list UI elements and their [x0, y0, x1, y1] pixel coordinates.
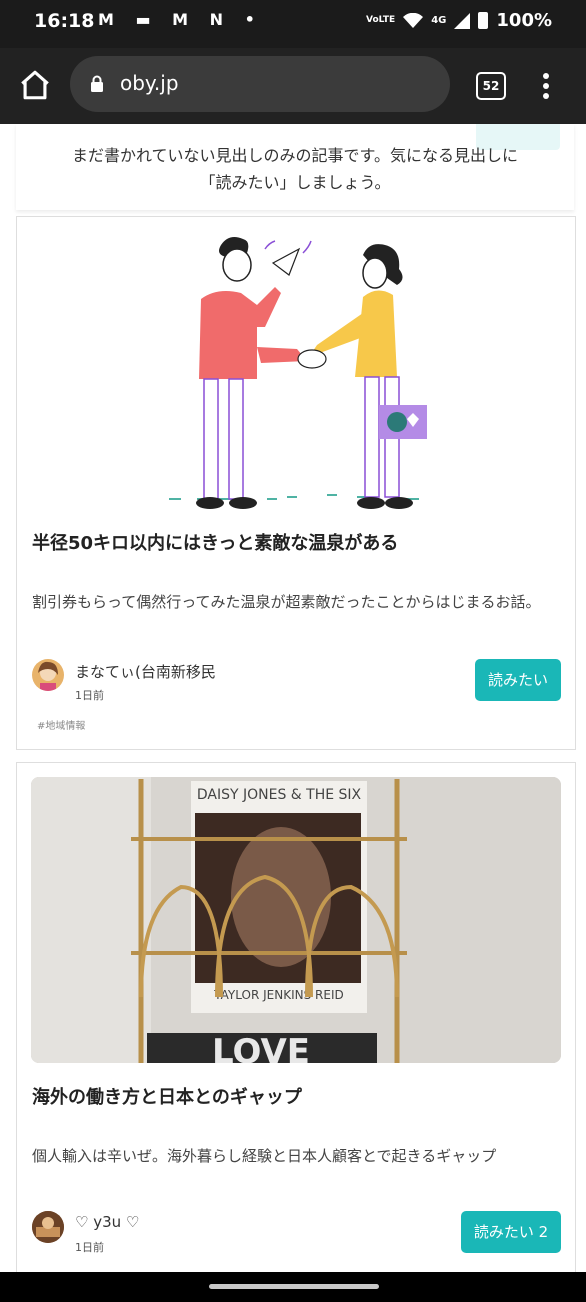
home-icon[interactable] [18, 68, 52, 102]
book-author-text: TAYLOR JENKINS REID [213, 988, 343, 1002]
tab-count: 52 [482, 79, 500, 93]
article-description: 割引券もらって偶然行ってみた温泉が超素敵だったことからはじまるお話。 [32, 593, 541, 611]
avatar-image [32, 1211, 64, 1243]
battery-icon [478, 12, 489, 29]
avatar[interactable] [32, 659, 64, 691]
volte-label: VoLTE [366, 15, 396, 25]
want-to-read-button[interactable]: 読みたい 2 [461, 1211, 561, 1253]
author-name[interactable]: まなてぃ(台南新移民 [75, 661, 216, 682]
author-name[interactable]: ♡ y3u ♡ [75, 1213, 139, 1231]
avatar[interactable] [32, 1211, 64, 1243]
signal-icon [454, 12, 471, 29]
lock-icon [91, 75, 103, 92]
book-title-text: DAISY JONES & THE SIX [197, 787, 362, 803]
notice-text: まだ書かれていない見出しのみの記事です。気になる見出しに 「読みたい」しましょう… [16, 142, 574, 196]
status-time: 16:18 [34, 10, 95, 32]
draft-notice: まだ書かれていない見出しのみの記事です。気になる見出しに 「読みたい」しましょう… [16, 124, 574, 210]
post-time: 1日前 [75, 1241, 104, 1254]
address-bar[interactable]: oby.jp [70, 56, 450, 112]
article-title[interactable]: 半径50キロ以内にはきっと素敵な温泉がある [32, 529, 398, 555]
url-text: oby.jp [120, 71, 179, 95]
overflow-menu-icon[interactable] [536, 68, 556, 104]
home-gesture-handle[interactable] [209, 1284, 379, 1289]
article-tag[interactable]: #地域情報 [37, 717, 85, 732]
notice-line-1: まだ書かれていない見出しのみの記事です。気になる見出しに [72, 146, 518, 165]
battery-percent: 100% [496, 10, 552, 31]
notification-icons: M ▬ M N • [98, 10, 263, 29]
magazine-rack-photo: DAISY JONES & THE SIX TAYLOR JENKINS REI… [31, 777, 561, 1063]
status-right: VoLTE 4G 100% [366, 10, 552, 31]
notice-line-2: 「読みたい」しましょう。 [199, 173, 391, 192]
browser-toolbar: oby.jp 52 [0, 48, 586, 124]
article-description: 個人輸入は辛いぜ。海外暮らし経験と日本人顧客とで起きるギャップ [32, 1147, 497, 1165]
article-card[interactable]: 半径50キロ以内にはきっと素敵な温泉がある 割引券もらって偶然行ってみた温泉が超… [16, 216, 576, 750]
handshake-illustration [169, 237, 427, 509]
wifi-icon [403, 12, 424, 28]
want-to-read-button[interactable]: 読みたい [475, 659, 561, 701]
article-title[interactable]: 海外の働き方と日本とのギャップ [32, 1083, 302, 1109]
article-photo: DAISY JONES & THE SIX TAYLOR JENKINS REI… [31, 777, 561, 1063]
system-nav-bar [0, 1272, 586, 1302]
bottom-book-text: LOVE [212, 1032, 310, 1063]
signal-label: 4G [431, 15, 447, 26]
article-card[interactable]: DAISY JONES & THE SIX TAYLOR JENKINS REI… [16, 762, 576, 1274]
avatar-image [38, 661, 58, 691]
status-bar: 16:18 M ▬ M N • VoLTE 4G 100% [0, 0, 586, 48]
tab-switcher-icon[interactable]: 52 [476, 72, 506, 100]
post-time: 1日前 [75, 689, 104, 702]
